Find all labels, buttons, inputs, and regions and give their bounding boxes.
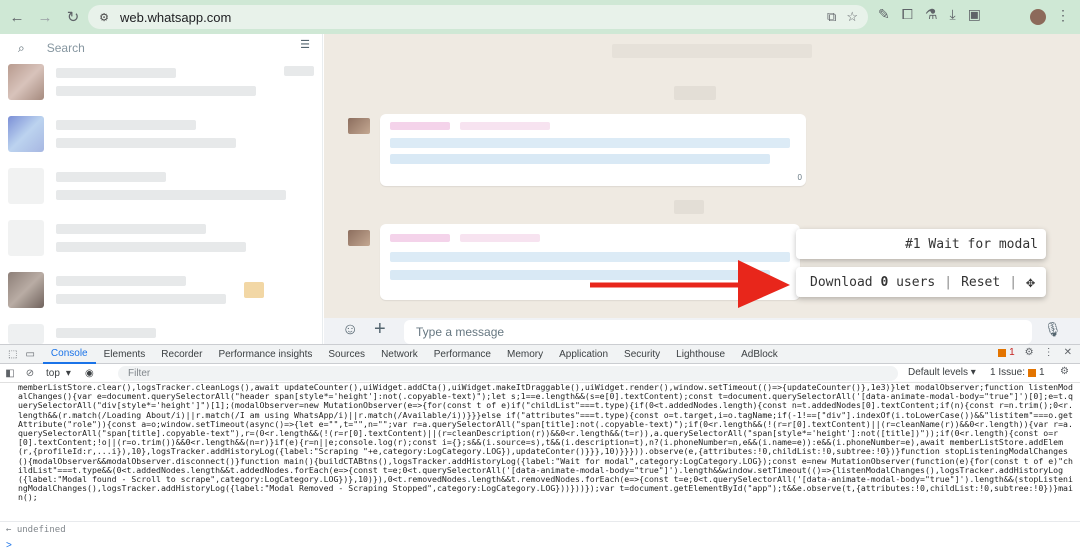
console-code-line: memberListStore.clear(),logsTracker.clea… <box>18 383 1073 503</box>
console-result-value: undefined <box>16 525 66 535</box>
divider <box>0 521 1080 522</box>
tab-elements[interactable]: Elements <box>96 344 154 364</box>
tab-performance[interactable]: Performance <box>426 344 499 364</box>
devtools-tabbar: ⬚ ▭ Console Elements Recorder Performanc… <box>0 344 1080 364</box>
issues-link[interactable]: 1 Issue: 1 <box>990 367 1045 378</box>
tab-lighthouse[interactable]: Lighthouse <box>668 344 733 364</box>
device-toolbar-icon[interactable]: ▭ <box>25 349 34 360</box>
tab-console[interactable]: Console <box>42 344 96 364</box>
issues-badge[interactable]: 1 <box>998 347 1015 358</box>
chevron-down-icon: ▾ <box>65 367 71 379</box>
console-result: ← undefined <box>6 525 66 535</box>
tab-performance-insights[interactable]: Performance insights <box>210 344 320 364</box>
sidebar-toggle-icon[interactable]: ◧ <box>0 368 20 379</box>
tab-sources[interactable]: Sources <box>320 344 373 364</box>
log-levels-label: Default levels <box>908 367 969 378</box>
console-output: memberListStore.clear(),logsTracker.clea… <box>0 383 1080 559</box>
tab-recorder[interactable]: Recorder <box>153 344 210 364</box>
clear-console-icon[interactable]: ⊘ <box>20 368 40 379</box>
context-label: top <box>46 367 60 379</box>
context-selector[interactable]: top ▾ ◉ <box>46 368 94 379</box>
settings-gear-icon[interactable]: ⚙ <box>1025 347 1034 358</box>
issues-badge-count: 1 <box>1009 347 1015 358</box>
live-expression-eye-icon[interactable]: ◉ <box>85 368 94 379</box>
close-icon[interactable]: ✕ <box>1064 347 1072 358</box>
console-toolbar: ◧ ⊘ top ▾ ◉ Filter Default levels ▾ 1 Is… <box>0 364 1080 383</box>
inspect-element-icon[interactable]: ⬚ <box>8 349 17 360</box>
issues-count: 1 <box>1039 367 1045 378</box>
issue-flag-icon <box>1028 368 1037 377</box>
filter-placeholder: Filter <box>128 368 151 379</box>
issue-flag-icon <box>998 348 1007 357</box>
log-levels-dropdown[interactable]: Default levels ▾ <box>908 367 976 378</box>
tab-adblock[interactable]: AdBlock <box>733 344 786 364</box>
tab-network[interactable]: Network <box>373 344 426 364</box>
console-filter-input[interactable]: Filter <box>118 366 898 381</box>
tab-memory[interactable]: Memory <box>499 344 551 364</box>
devtools-menu-icon[interactable]: ⋮ <box>1044 347 1054 358</box>
console-settings-icon[interactable]: ⚙ <box>1060 366 1069 377</box>
tab-security[interactable]: Security <box>616 344 668 364</box>
issues-text: 1 Issue: <box>990 367 1026 378</box>
tab-application[interactable]: Application <box>551 344 616 364</box>
console-prompt[interactable]: > <box>6 540 12 551</box>
arrow-to-download-button <box>590 260 790 308</box>
